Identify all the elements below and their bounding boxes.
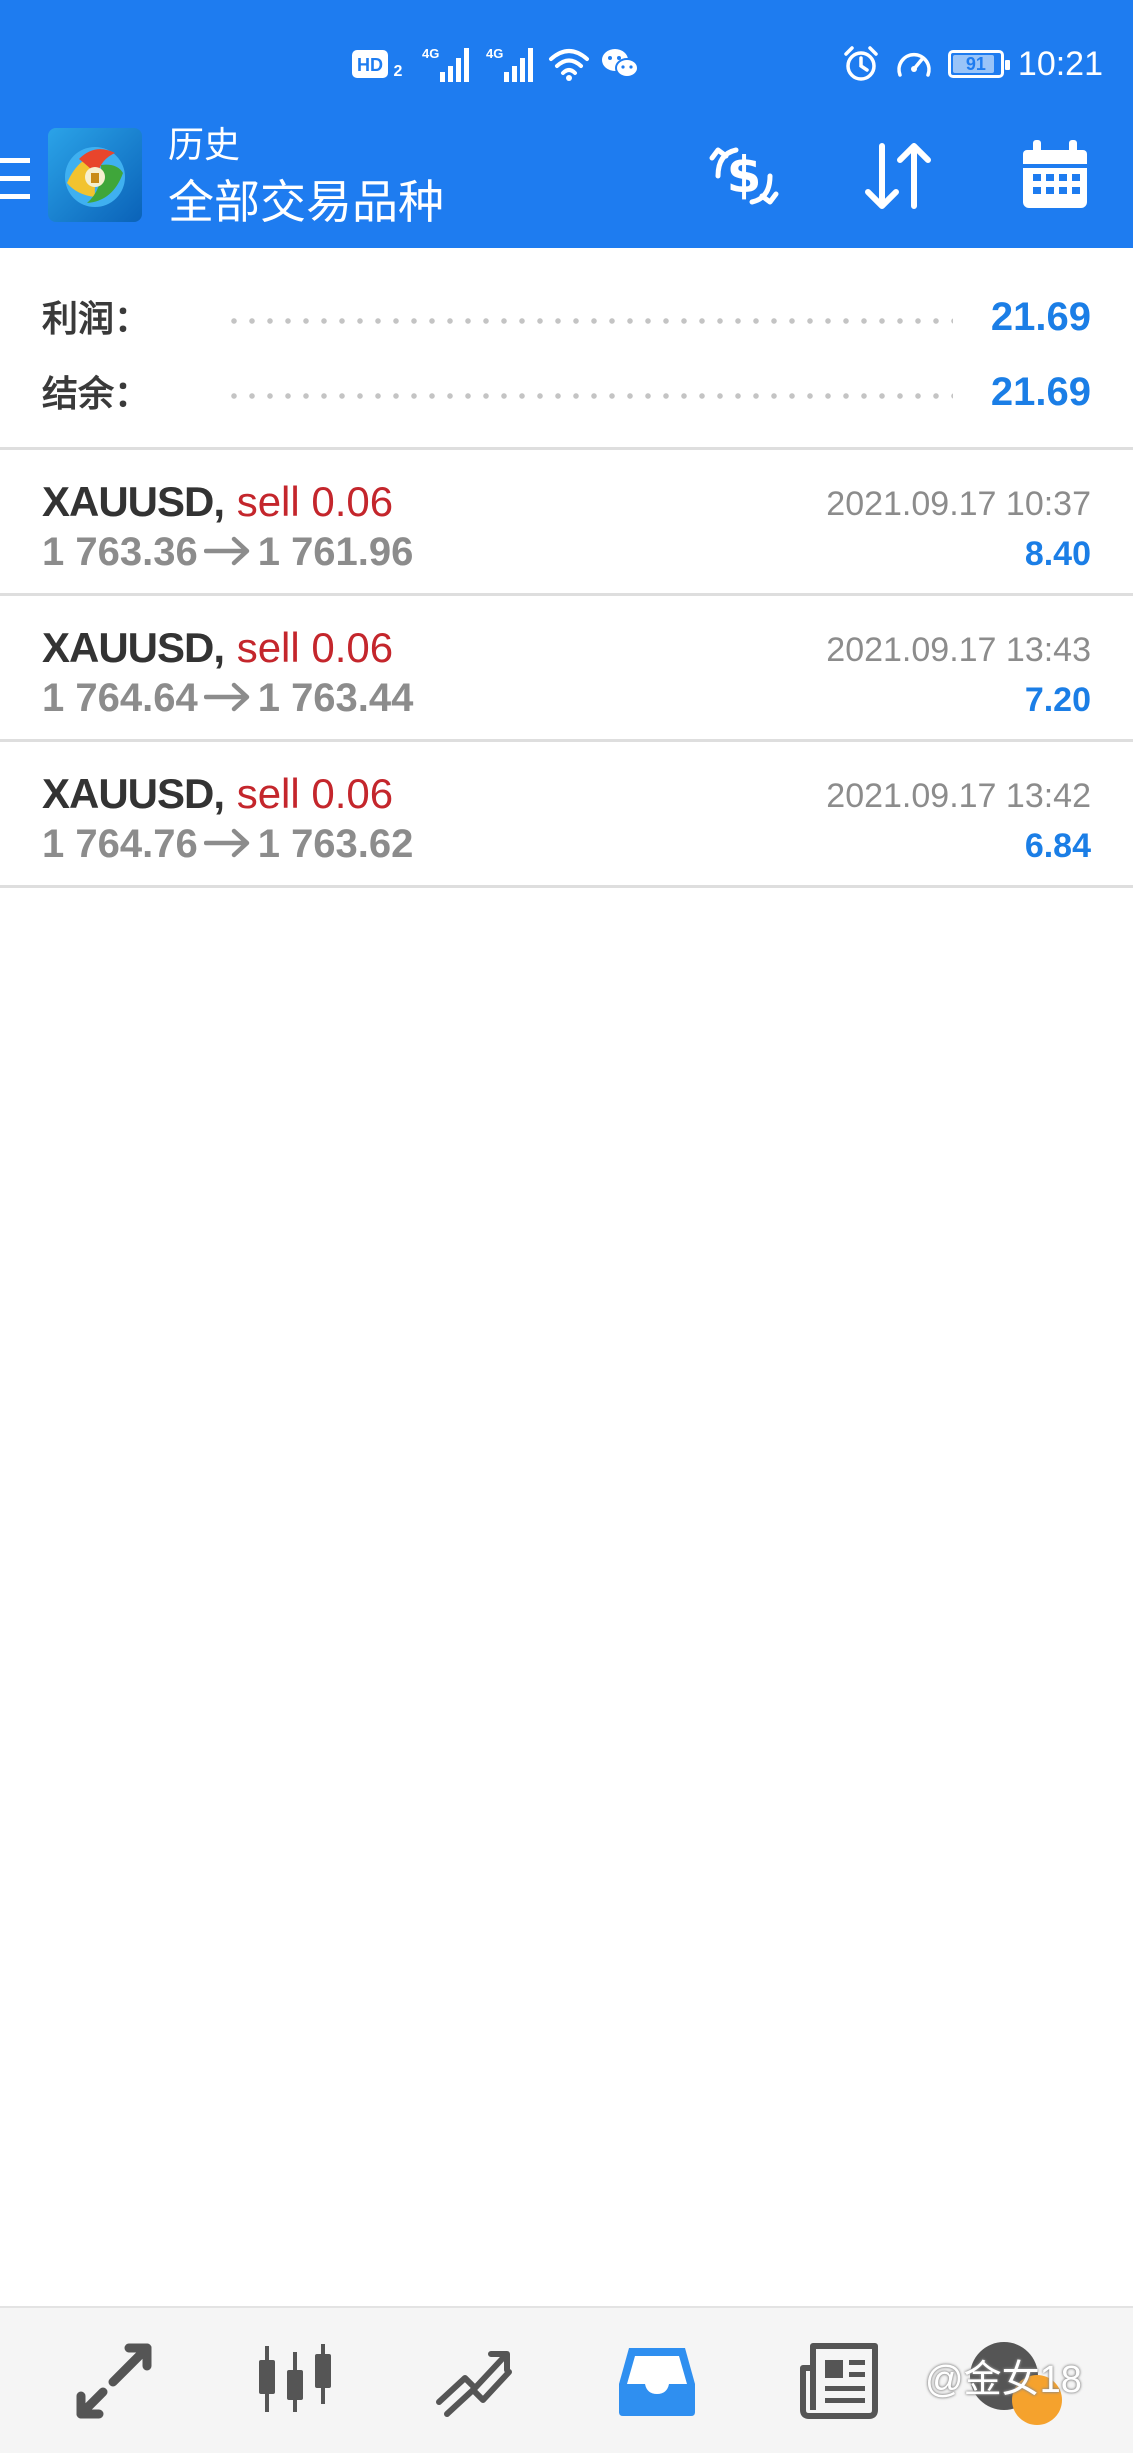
open-price: 1 764.76 (42, 822, 198, 866)
alarm-icon (844, 46, 878, 81)
nav-history[interactable] (615, 2338, 699, 2422)
signal-sim1-icon: 4G (422, 46, 469, 82)
balance-label: 结余： (42, 373, 151, 414)
symbol-filter-title[interactable]: 全部交易品种 (168, 173, 444, 231)
arrow-right-icon (203, 683, 249, 712)
chart-icon (259, 2344, 331, 2412)
trade-row[interactable]: XAUUSD, sell 0.06 1 764.76 1 763.62 2021.… (0, 742, 1133, 888)
toolbar: 历史 全部交易品种 $ (0, 124, 1133, 248)
trade-header: XAUUSD, sell 0.06 (42, 476, 393, 528)
profit-row: 利润： 21.69 (0, 288, 1133, 348)
trade-header: XAUUSD, sell 0.06 (42, 622, 393, 674)
trade-separator: , (213, 624, 226, 671)
trade-time: 2021.09.17 10:37 (826, 485, 1091, 523)
profit-label: 利润： (42, 298, 151, 339)
nav-quotes[interactable] (73, 2338, 157, 2422)
nav-trade[interactable] (433, 2338, 517, 2422)
trade-symbol: XAUUSD (42, 770, 214, 817)
trade-profit: 7.20 (1024, 681, 1091, 719)
trade-header: XAUUSD, sell 0.06 (42, 768, 393, 820)
trade-symbol: XAUUSD (42, 624, 214, 671)
app-header: HD 2 4G 4G 91 10:21 历史 全部交易品种 $ (0, 0, 1133, 248)
arrow-right-icon (203, 537, 249, 566)
status-bar: HD 2 4G 4G 91 10:21 (0, 0, 1133, 128)
trade-prices: 1 764.76 1 763.62 (42, 818, 413, 870)
nav-chart[interactable] (253, 2338, 337, 2422)
svg-text:$: $ (727, 146, 762, 204)
trade-row[interactable]: XAUUSD, sell 0.06 1 764.64 1 763.44 2021.… (0, 596, 1133, 742)
profit-value: 21.69 (990, 295, 1091, 339)
history-icon (619, 2348, 695, 2416)
signal-sim2-icon: 4G (486, 46, 533, 82)
balance-row: 结余： 21.69 (0, 363, 1133, 423)
hd-badge-sub: 2 (394, 63, 403, 80)
open-price: 1 764.64 (42, 676, 198, 720)
currency-exchange-icon[interactable]: $ (704, 136, 784, 216)
hd-badge-text: HD (357, 55, 383, 75)
close-price: 1 763.44 (257, 676, 414, 720)
sort-icon[interactable] (858, 136, 938, 216)
wifi-icon (549, 49, 589, 81)
battery-icon: 91 (947, 50, 1010, 78)
metatrader-logo-icon (65, 147, 125, 207)
arrow-right-icon (203, 829, 249, 858)
clock-time: 10:21 (1017, 45, 1103, 83)
hd-network-icon: HD 2 (352, 50, 403, 80)
news-icon (800, 2343, 878, 2419)
close-price: 1 761.96 (257, 530, 414, 574)
status-left-icons: HD 2 4G 4G (350, 44, 640, 84)
trade-separator: , (213, 478, 226, 525)
trade-prices: 1 763.36 1 761.96 (42, 526, 413, 578)
trade-symbol: XAUUSD (42, 478, 214, 525)
trade-separator: , (213, 770, 226, 817)
trade-side-volume: sell 0.06 (236, 770, 394, 817)
trade-side-volume: sell 0.06 (236, 624, 394, 671)
summary-panel: 利润： 21.69 结余： 21.69 (0, 248, 1133, 450)
nav-news[interactable] (797, 2338, 881, 2422)
trade-icon (436, 2351, 512, 2417)
trade-side-volume: sell 0.06 (236, 478, 394, 525)
trade-profit: 6.84 (1024, 827, 1091, 865)
sim1-label: 4G (422, 46, 439, 61)
open-price: 1 763.36 (42, 530, 198, 574)
balance-value: 21.69 (990, 370, 1091, 414)
dotted-leader (225, 393, 953, 399)
trade-profit: 8.40 (1024, 535, 1091, 573)
speedometer-icon (897, 52, 931, 77)
status-right-icons: 91 10:21 (842, 40, 1103, 88)
menu-icon[interactable] (0, 154, 32, 204)
calendar-icon[interactable] (1015, 136, 1095, 216)
page-title: 历史 (168, 124, 241, 165)
battery-level: 91 (965, 53, 986, 74)
wechat-icon (602, 49, 639, 78)
dotted-leader (225, 318, 953, 324)
close-price: 1 763.62 (257, 822, 414, 866)
watermark: @金女18 (925, 2359, 1082, 2401)
trade-time: 2021.09.17 13:43 (826, 631, 1091, 669)
trade-time: 2021.09.17 13:42 (826, 777, 1091, 815)
trade-row[interactable]: XAUUSD, sell 0.06 1 763.36 1 761.96 2021.… (0, 450, 1133, 596)
sim2-label: 4G (486, 46, 503, 61)
trade-prices: 1 764.64 1 763.44 (42, 672, 413, 724)
app-logo[interactable] (48, 128, 142, 222)
quotes-icon (76, 2343, 152, 2419)
